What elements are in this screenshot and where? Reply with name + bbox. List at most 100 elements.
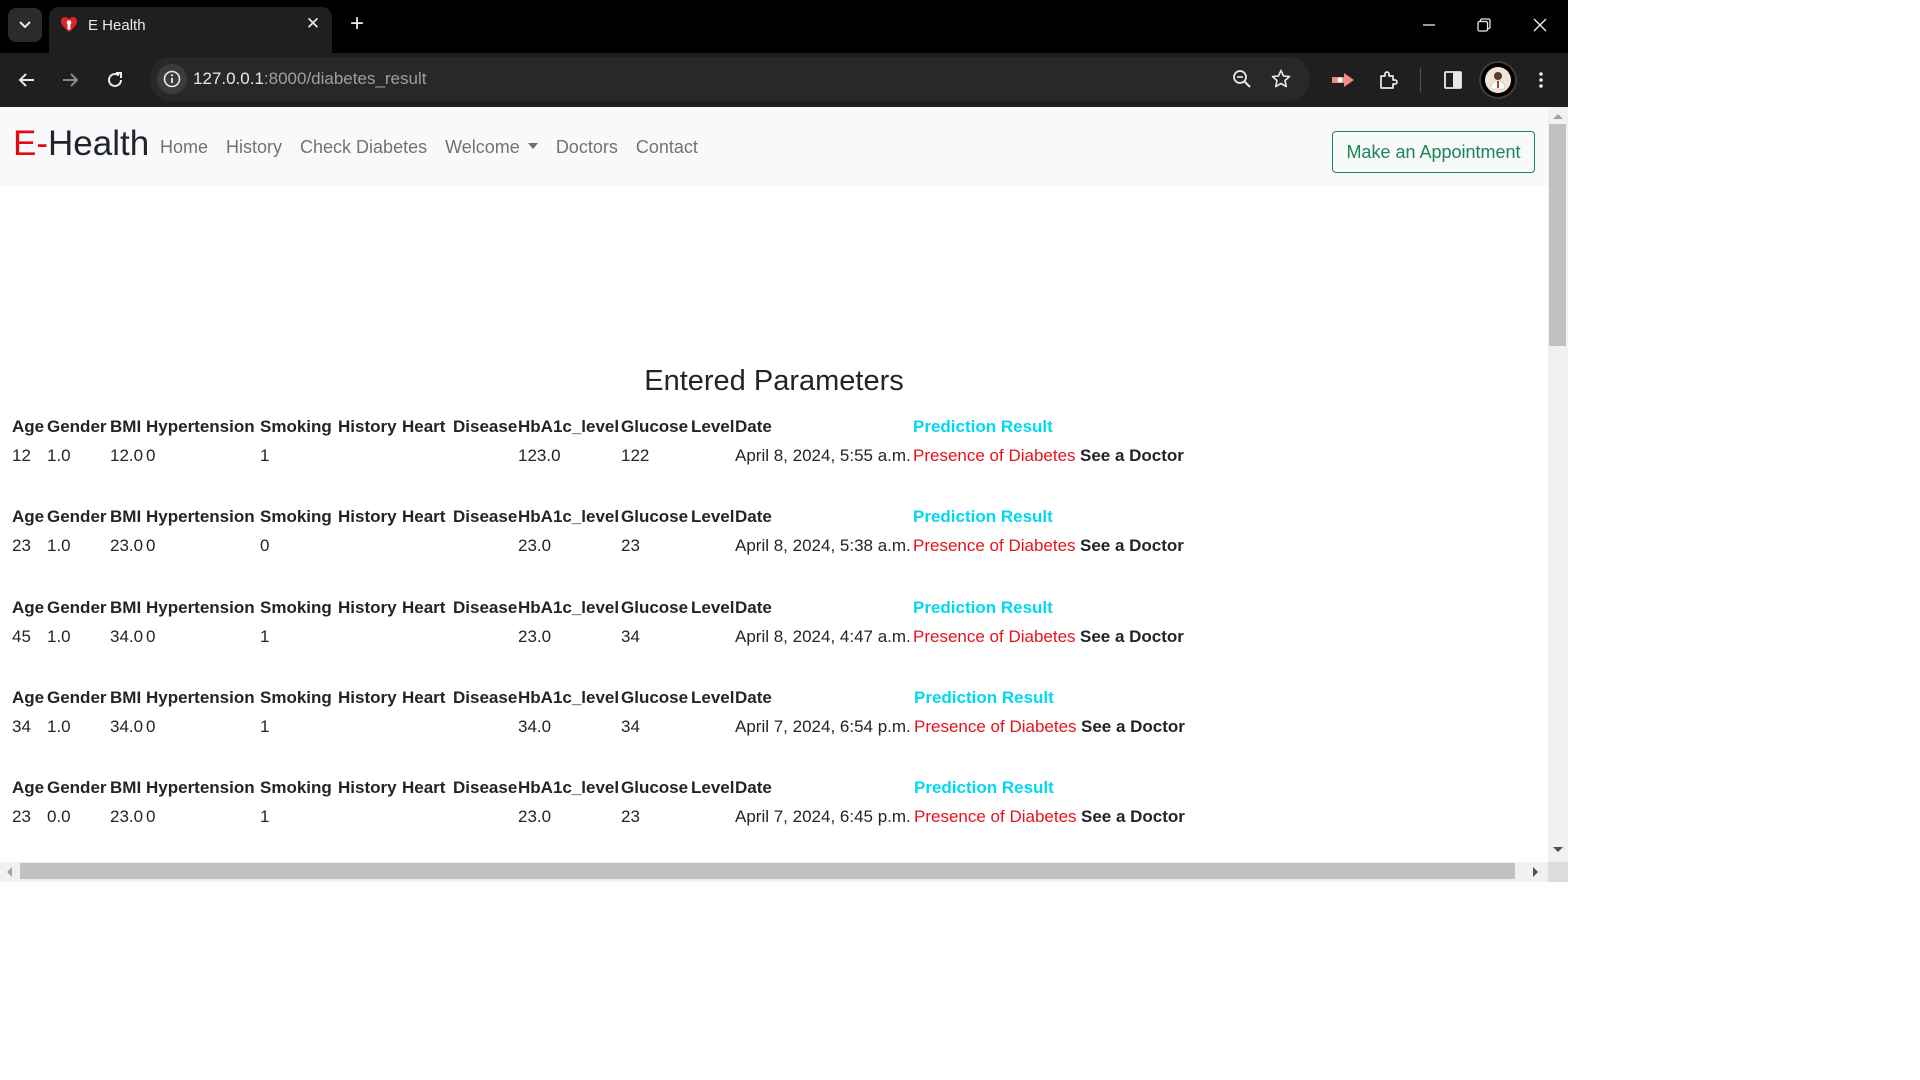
column-header: Heart (402, 507, 446, 526)
cell-bmi: 23.0 (110, 807, 144, 826)
scroll-left-icon[interactable] (5, 866, 13, 878)
cell-date: April 8, 2024, 5:38 a.m. (735, 536, 911, 555)
tab-search-icon[interactable] (8, 8, 42, 42)
make-appointment-button[interactable]: Make an Appointment (1332, 131, 1535, 173)
nav-welcome-dropdown[interactable]: Welcome (445, 137, 538, 158)
column-header: Hypertension (146, 598, 255, 617)
column-header: Hypertension (146, 507, 255, 526)
site-brand[interactable]: E-Health (13, 124, 149, 164)
menu-icon[interactable] (1524, 63, 1558, 97)
cell-prediction: Presence of Diabetes (913, 536, 1076, 555)
result-entry: Age Gender BMI Hypertension Smoking History He… (0, 688, 1548, 748)
cell-gender: 1.0 (47, 446, 71, 465)
cell-prediction: Presence of Diabetes (914, 807, 1077, 826)
column-header: Gender (47, 778, 107, 797)
column-header: Heart (402, 417, 446, 436)
forward-icon[interactable] (53, 63, 87, 97)
cell-date: April 8, 2024, 4:47 a.m. (735, 627, 911, 646)
puzzle-icon[interactable] (1371, 63, 1405, 97)
scroll-down-icon[interactable] (1552, 846, 1564, 854)
column-header: History (338, 417, 397, 436)
cell-age: 23 (12, 807, 31, 826)
zoom-icon[interactable] (1230, 67, 1254, 91)
browser-chrome: E Health ✕ + 127.0.0.1:8000/diabetes_res… (0, 0, 1568, 107)
url-host: 127.0.0.1 (193, 69, 264, 88)
chevron-down-icon (527, 143, 538, 150)
site-info-icon[interactable] (157, 64, 187, 94)
column-header: Hypertension (146, 417, 255, 436)
restore-icon[interactable] (1456, 0, 1511, 50)
reload-icon[interactable] (98, 63, 132, 97)
scroll-up-icon[interactable] (1552, 112, 1564, 120)
prediction-result-header: Prediction Result (913, 507, 1053, 526)
horizontal-scroll-thumb[interactable] (20, 863, 1515, 879)
column-header: Age (12, 507, 45, 526)
nav-contact[interactable]: Contact (636, 137, 698, 158)
see-doctor-link[interactable]: See a Doctor (1081, 807, 1185, 827)
see-doctor-link[interactable]: See a Doctor (1080, 627, 1184, 647)
nav-check-diabetes[interactable]: Check Diabetes (300, 137, 427, 158)
column-header: Date (735, 688, 772, 707)
prediction-result-header: Prediction Result (913, 598, 1053, 617)
column-header: Glucose (621, 688, 689, 707)
url-text[interactable]: 127.0.0.1:8000/diabetes_result (193, 69, 426, 89)
tab-strip: E Health ✕ + (0, 0, 1568, 53)
column-header: Heart (402, 598, 446, 617)
nav-history[interactable]: History (226, 137, 282, 158)
result-entry: Age Gender BMI Hypertension Smoking History He… (0, 417, 1548, 477)
cell-hba1c: 23.0 (518, 627, 552, 646)
see-doctor-link[interactable]: See a Doctor (1080, 536, 1184, 556)
see-doctor-link[interactable]: See a Doctor (1080, 446, 1184, 466)
extension-icon[interactable] (1326, 63, 1360, 97)
result-entry: Age Gender BMI Hypertension Smoking History He… (0, 778, 1548, 838)
cell-prediction: Presence of Diabetes (913, 446, 1076, 465)
back-icon[interactable] (10, 63, 44, 97)
close-icon[interactable]: ✕ (303, 14, 323, 34)
column-header: Glucose (621, 778, 689, 797)
scroll-right-icon[interactable] (1532, 866, 1540, 878)
nav-doctors[interactable]: Doctors (556, 137, 618, 158)
column-header: Smoking (260, 598, 332, 617)
column-header: History (338, 688, 397, 707)
cell-gender: 1.0 (47, 717, 71, 736)
column-header: Smoking (260, 507, 332, 526)
active-tab[interactable]: E Health ✕ (49, 7, 332, 53)
column-header: Date (735, 417, 772, 436)
cell-age: 34 (12, 717, 31, 736)
prediction-result-header: Prediction Result (914, 778, 1054, 797)
column-header: Heart (402, 778, 446, 797)
column-header: History (338, 598, 397, 617)
cell-smoking: 1 (260, 807, 270, 826)
brand-suffix: Health (48, 124, 150, 163)
see-doctor-link[interactable]: See a Doctor (1081, 717, 1185, 737)
column-header: Gender (47, 598, 107, 617)
cell-glucose: 34 (621, 627, 640, 646)
new-tab-icon[interactable]: + (343, 11, 371, 39)
column-header: HbA1c_level (518, 778, 620, 797)
window-close-icon[interactable] (1512, 0, 1567, 50)
column-header: Disease (453, 417, 518, 436)
column-header: Disease (453, 507, 518, 526)
column-header: Level (691, 688, 735, 707)
cell-glucose: 34 (621, 717, 640, 736)
address-bar[interactable]: 127.0.0.1:8000/diabetes_result (150, 57, 1310, 101)
browser-toolbar: 127.0.0.1:8000/diabetes_result (0, 53, 1568, 107)
cell-prediction: Presence of Diabetes (913, 627, 1076, 646)
cell-date: April 7, 2024, 6:54 p.m. (735, 717, 911, 736)
column-header: Gender (47, 417, 107, 436)
side-panel-icon[interactable] (1436, 63, 1470, 97)
vertical-scroll-thumb[interactable] (1549, 124, 1566, 346)
nav-home[interactable]: Home (160, 137, 208, 158)
column-header: HbA1c_level (518, 507, 620, 526)
cell-hypertension: 0 (146, 536, 156, 555)
profile-avatar[interactable] (1479, 61, 1517, 99)
column-header: Glucose (621, 417, 689, 436)
tab-title: E Health (88, 17, 146, 34)
cell-date: April 7, 2024, 6:45 p.m. (735, 807, 911, 826)
cell-smoking: 1 (260, 627, 270, 646)
bookmark-star-icon[interactable] (1269, 67, 1293, 91)
minimize-icon[interactable] (1401, 0, 1456, 50)
toolbar-divider (1420, 68, 1421, 92)
column-header: Level (691, 507, 735, 526)
nav-links: Home History Check Diabetes Welcome Doct… (160, 137, 716, 158)
